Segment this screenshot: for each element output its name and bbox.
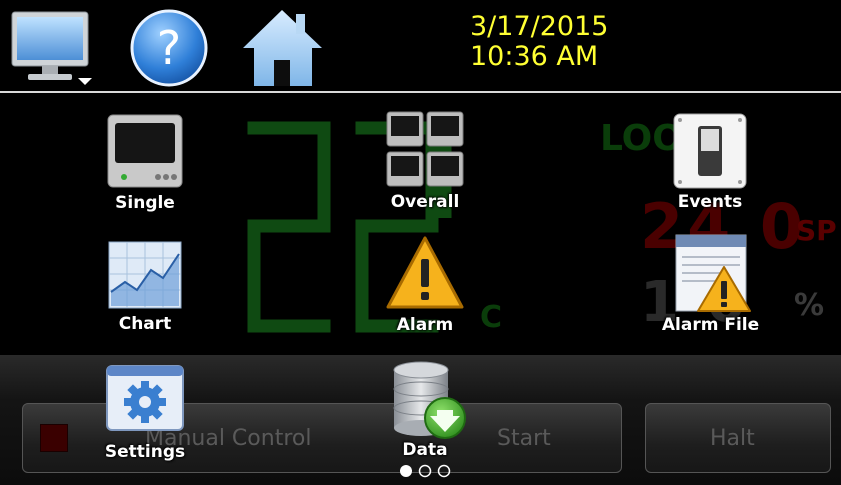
alarm-file-icon	[675, 234, 751, 312]
page-dot-3[interactable]	[437, 464, 451, 478]
menu-events[interactable]: Events	[655, 112, 765, 218]
help-icon: ?	[130, 9, 208, 87]
menu-settings[interactable]: Settings	[95, 364, 195, 468]
menu-single-label: Single	[115, 193, 175, 213]
home-icon	[243, 10, 322, 86]
menu-alarm[interactable]: Alarm	[375, 235, 475, 338]
menu-chart-label: Chart	[118, 314, 172, 334]
menu-overall[interactable]: Overall	[375, 110, 475, 218]
date-text: 3/17/2015	[470, 11, 609, 42]
svg-text:?: ?	[157, 21, 181, 75]
setpoint-unit: SP	[796, 214, 837, 247]
alarm-warning-icon	[386, 236, 464, 309]
menu-overall-label: Overall	[390, 192, 460, 212]
events-switch-icon	[673, 113, 747, 189]
data-database-icon	[393, 361, 466, 439]
help-button[interactable]: ?	[128, 8, 210, 88]
page-dot-2[interactable]	[418, 464, 432, 478]
settings-gear-icon	[106, 365, 184, 431]
home-button[interactable]	[240, 8, 325, 88]
overall-loops-icon	[386, 111, 464, 187]
output-percent-unit: %	[794, 288, 825, 323]
menu-settings-label: Settings	[104, 442, 186, 462]
start-label[interactable]: Start	[497, 426, 551, 451]
menu-chart[interactable]: Chart	[95, 238, 195, 338]
menu-data[interactable]: Data	[380, 360, 470, 464]
pv-unit-label: C	[480, 300, 503, 335]
header-bar: ? 3/17/2015 10:36 AM	[0, 0, 841, 91]
monitor-icon	[11, 11, 92, 85]
monitor-button[interactable]	[10, 8, 95, 88]
page-dot-1[interactable]	[400, 465, 412, 477]
touchscreen: ? 3/17/2015 10:36 AM C LOO 24 0 SP 1 % M…	[0, 0, 841, 485]
menu-events-label: Events	[677, 192, 743, 212]
chart-icon	[108, 241, 182, 309]
single-loop-icon	[107, 114, 183, 188]
manual-control-indicator	[40, 424, 68, 452]
time-text: 10:36 AM	[470, 41, 599, 72]
menu-alarm-file-label: Alarm File	[661, 315, 760, 335]
date-time-display: 3/17/2015 10:36 AM	[470, 12, 608, 72]
menu-data-label: Data	[402, 440, 448, 460]
header-divider	[0, 91, 841, 93]
menu-alarm-file[interactable]: Alarm File	[648, 233, 773, 338]
halt-label: Halt	[710, 426, 755, 451]
menu-single[interactable]: Single	[95, 113, 195, 218]
page-indicator	[400, 464, 451, 478]
menu-alarm-label: Alarm	[396, 315, 454, 335]
